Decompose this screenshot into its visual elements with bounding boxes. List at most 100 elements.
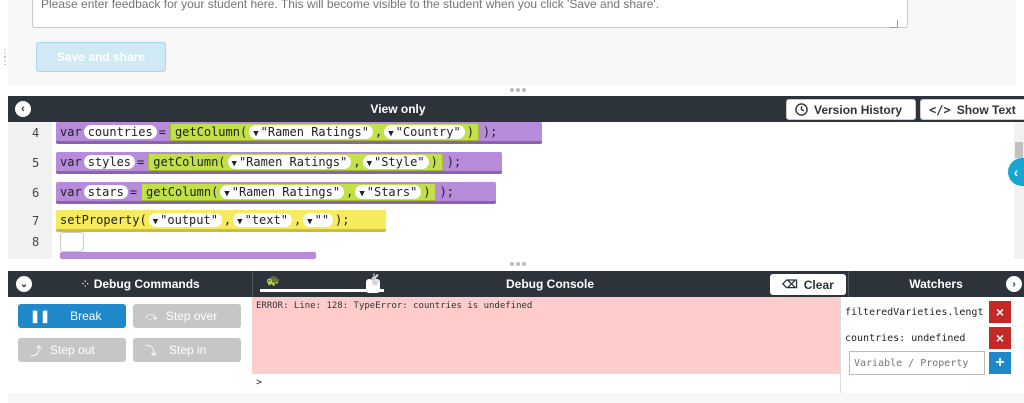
property-arg: "text" (244, 212, 288, 227)
step-in-button[interactable]: ⤵ Step in (133, 338, 241, 362)
line-number: 8 (32, 235, 40, 249)
var-keyword: var (60, 184, 82, 199)
watch-input[interactable] (849, 351, 985, 375)
column-dropdown[interactable]: ▼ "Stars" (355, 184, 422, 199)
property-dropdown[interactable]: ▼ "text" (233, 212, 292, 227)
column-arg: "Stars" (366, 184, 418, 199)
dropdown-arrow-icon: ▼ (366, 158, 372, 169)
vertical-scrollbar[interactable] (1014, 122, 1024, 259)
chevron-right-icon[interactable]: › (1006, 276, 1022, 292)
close-icon[interactable]: × (989, 301, 1011, 323)
feedback-textarea[interactable] (32, 0, 908, 28)
plus-icon[interactable]: + (989, 352, 1011, 374)
getcolumn-block[interactable]: getColumn( ▼ "Ramen Ratings", ▼ "Stars") (141, 182, 436, 201)
watch-expression: countries: undefined (845, 332, 966, 344)
line-number-gutter (8, 122, 52, 259)
pause-icon: ❚❚ (30, 309, 51, 323)
arg-separator: , (346, 184, 354, 199)
setproperty-block[interactable]: setProperty( ▼ "output", ▼ "text", ▼ "" ); (56, 210, 386, 232)
chevron-left-icon[interactable]: ‹ (1008, 158, 1024, 186)
line-number: 4 (32, 126, 40, 140)
statement-end: ); (439, 184, 455, 199)
variable-name[interactable]: stars (83, 184, 128, 199)
step-out-button[interactable]: ⤴ Step out (18, 338, 126, 362)
assign-operator: = (137, 154, 145, 169)
dropdown-arrow-icon: ▼ (237, 216, 243, 227)
table-arg: "Ramen Ratings" (238, 154, 348, 169)
show-text-button[interactable]: </> Show Text (920, 99, 1024, 120)
variable-name[interactable]: styles (83, 154, 136, 169)
dropdown-arrow-icon: ▼ (152, 216, 159, 227)
blocks-workspace[interactable]: 4 var countries = getColumn( ▼ "Ramen Rat… (8, 122, 1024, 259)
column-dropdown[interactable]: ▼ "Style" (362, 154, 429, 169)
clock-icon (795, 103, 808, 116)
empty-block-slot[interactable] (60, 232, 84, 252)
version-history-button[interactable]: Version History (786, 99, 916, 120)
column-arg: "Style" (373, 154, 425, 169)
console-input[interactable]: > (252, 373, 840, 393)
line-number: 7 (32, 214, 40, 228)
step-over-label: Step over (165, 309, 218, 323)
arg-separator: , (223, 212, 232, 227)
assign-operator: = (129, 184, 138, 199)
panel-grip-icon[interactable]: ⋮ ⋮ (0, 49, 10, 76)
workspace-title: View only (370, 102, 426, 116)
arg-separator: , (375, 124, 383, 139)
close-icon[interactable]: × (989, 327, 1011, 349)
step-over-icon: ⤼ (145, 308, 158, 323)
clear-button[interactable]: ⌫ Clear (770, 274, 846, 295)
break-label: Break (70, 309, 102, 323)
show-text-label: Show Text (956, 102, 1016, 117)
var-block-partial[interactable] (60, 252, 316, 259)
var-block-stars[interactable]: var stars = getColumn( ▼ "Ramen Ratings",… (56, 182, 496, 204)
dropdown-arrow-icon: ▼ (231, 158, 237, 169)
middle-resize-grip-icon[interactable] (508, 262, 528, 268)
arg-separator: , (353, 154, 361, 169)
function-name: getColumn( (146, 184, 219, 199)
variable-name[interactable]: countries (83, 124, 157, 139)
debug-commands-panel: ❚❚ Break ⤼ Step over ⤴ Step out ⤵ Step i… (8, 297, 252, 393)
line-number: 5 (32, 156, 40, 170)
version-history-label: Version History (814, 102, 903, 117)
break-button[interactable]: ❚❚ Break (18, 304, 126, 328)
bottom-strip (8, 393, 1024, 403)
debug-console-title: Debug Console (505, 277, 594, 291)
feedback-panel: Save and share (8, 0, 1016, 85)
dropdown-arrow-icon: ▼ (307, 216, 313, 227)
statement-end: ); (482, 124, 498, 139)
watch-expression: filteredVarieties.length (845, 306, 983, 318)
step-over-button[interactable]: ⤼ Step over (133, 304, 241, 328)
table-dropdown[interactable]: ▼ "Ramen Ratings" (227, 154, 352, 169)
step-in-label: Step in (169, 343, 207, 357)
function-name: getColumn( (153, 154, 226, 169)
table-dropdown[interactable]: ▼ "Ramen Ratings" (220, 184, 345, 199)
debug-console-output: ERROR: Line: 128: TypeError: countries i… (252, 297, 840, 373)
var-keyword: var (60, 124, 82, 139)
var-block-styles[interactable]: var styles = getColumn( ▼ "Ramen Ratings"… (56, 152, 502, 174)
table-arg: "Ramen Ratings" (260, 124, 369, 139)
getcolumn-block[interactable]: getColumn( ▼ "Ramen Ratings", ▼ "Country") (169, 122, 479, 141)
code-icon: </> (929, 102, 951, 117)
table-arg: "Ramen Ratings" (231, 184, 341, 199)
table-dropdown[interactable]: ▼ "Ramen Ratings" (249, 124, 373, 139)
element-id-dropdown[interactable]: ▼ "output" (148, 212, 222, 227)
dropdown-arrow-icon: ▼ (224, 188, 230, 199)
var-block-countries[interactable]: var countries = getColumn( ▼ "Ramen Ratin… (56, 122, 542, 144)
function-name: getColumn( (174, 124, 248, 139)
function-name: setProperty( (60, 212, 147, 227)
step-out-label: Step out (50, 343, 95, 357)
assign-operator: = (158, 124, 166, 139)
getcolumn-block[interactable]: getColumn( ▼ "Ramen Ratings", ▼ "Style") (148, 152, 443, 171)
watchers-panel: filteredVarieties.length × countries: un… (840, 297, 1024, 393)
value-dropdown[interactable]: ▼ "" (303, 212, 334, 227)
save-and-share-button[interactable]: Save and share (36, 42, 166, 72)
resize-handle-icon[interactable] (890, 20, 898, 28)
top-resize-grip-icon[interactable] (508, 88, 528, 94)
console-error-line: ERROR: Line: 128: TypeError: countries i… (256, 301, 533, 311)
step-out-icon: ⤴ (30, 343, 43, 358)
step-in-icon: ⤵ (145, 343, 158, 358)
column-dropdown[interactable]: ▼ "Country" (384, 124, 465, 139)
scrollbar-thumb[interactable] (1015, 142, 1023, 158)
close-paren: ) (466, 124, 474, 139)
line-number: 6 (32, 186, 40, 200)
